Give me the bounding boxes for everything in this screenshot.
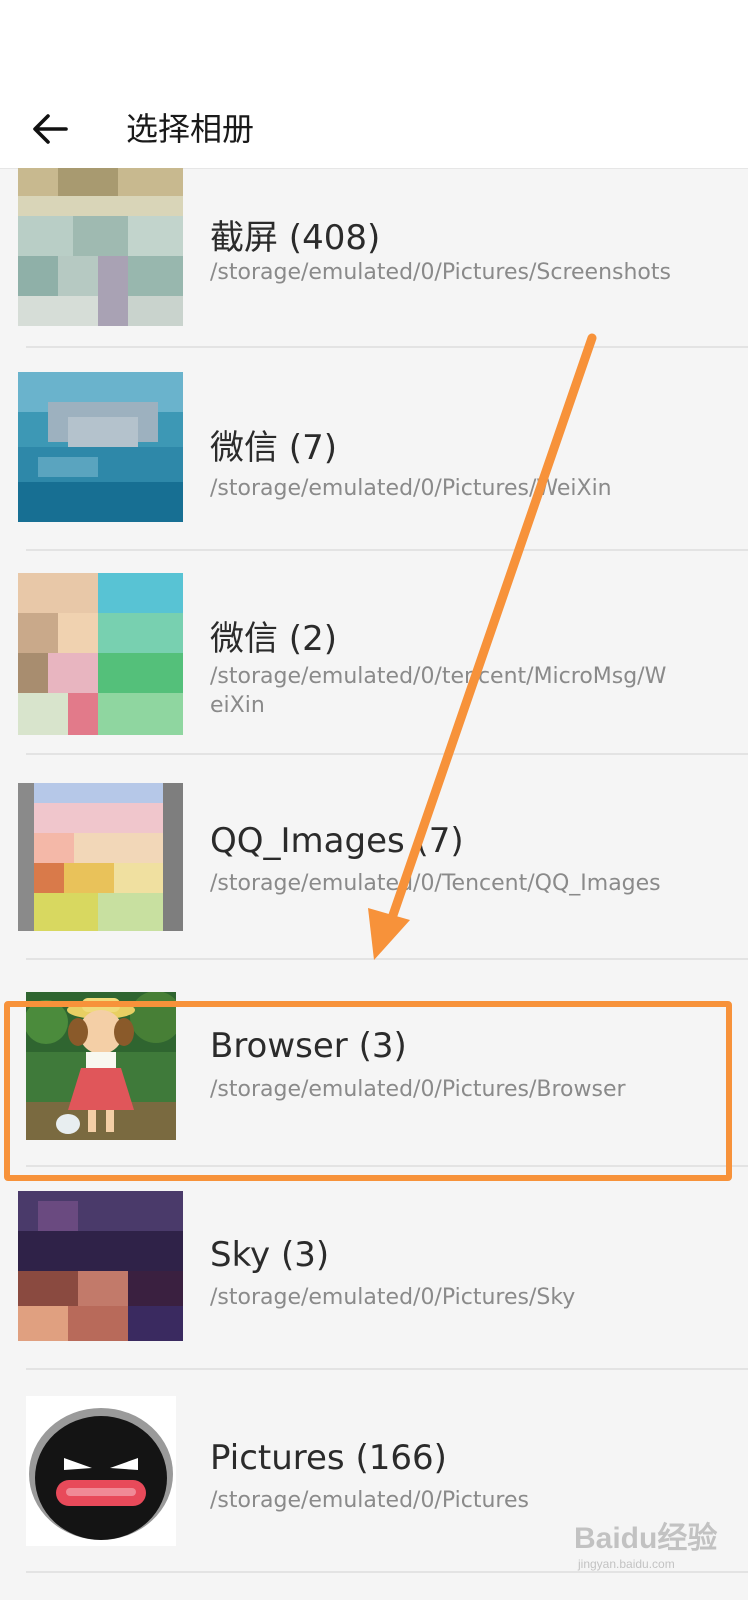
album-thumbnail — [18, 168, 183, 326]
album-title: Sky (3) — [210, 1235, 330, 1275]
album-path: /storage/emulated/0/Pictures/Screenshots — [210, 260, 671, 285]
page-title: 选择相册 — [126, 110, 255, 148]
album-thumbnail — [26, 992, 176, 1140]
album-path: /storage/emulated/0/Pictures/WeiXin — [210, 476, 612, 501]
status-bar-area — [0, 0, 748, 90]
album-thumbnail — [18, 783, 183, 931]
album-item-weixin-pictures[interactable]: 微信 (7) /storage/emulated/0/Pictures/WeiX… — [0, 348, 748, 551]
album-title: 截屏 (408) — [210, 218, 381, 258]
album-list[interactable]: 截屏 (408) /storage/emulated/0/Pictures/Sc… — [0, 168, 748, 1573]
album-title: Browser (3) — [210, 1026, 407, 1066]
watermark-text: Baidu经验 — [574, 1521, 717, 1555]
album-title: Pictures (166) — [210, 1438, 447, 1478]
back-button[interactable] — [22, 104, 78, 154]
album-path: /storage/emulated/0/tencent/MicroMsg/Wei… — [210, 664, 667, 718]
album-item-micromsg-weixin[interactable]: 微信 (2) /storage/emulated/0/tencent/Micro… — [0, 551, 748, 755]
album-path: /storage/emulated/0/Tencent/QQ_Images — [210, 871, 661, 896]
album-path: /storage/emulated/0/Pictures/Sky — [210, 1285, 576, 1310]
album-title: 微信 (2) — [210, 619, 337, 659]
album-title: 微信 (7) — [210, 428, 337, 468]
album-thumbnail — [26, 1396, 176, 1546]
album-item-browser[interactable]: Browser (3) /storage/emulated/0/Pictures… — [0, 960, 748, 1167]
album-item-qq-images[interactable]: QQ_Images (7) /storage/emulated/0/Tencen… — [0, 755, 748, 960]
album-thumbnail — [18, 372, 183, 522]
watermark-subtext: jingyan.baidu.com — [577, 1557, 675, 1571]
album-path: /storage/emulated/0/Pictures/Browser — [210, 1077, 626, 1102]
album-thumbnail — [18, 1191, 183, 1341]
baidu-watermark: Baidu经验 jingyan.baidu.com — [574, 1508, 734, 1576]
app-bar: 选择相册 — [0, 90, 748, 169]
album-item-sky[interactable]: Sky (3) /storage/emulated/0/Pictures/Sky — [0, 1167, 748, 1370]
arrow-back-icon — [33, 114, 68, 144]
album-thumbnail — [18, 573, 183, 735]
album-item-screenshots[interactable]: 截屏 (408) /storage/emulated/0/Pictures/Sc… — [0, 168, 748, 348]
album-title: QQ_Images (7) — [210, 821, 464, 861]
